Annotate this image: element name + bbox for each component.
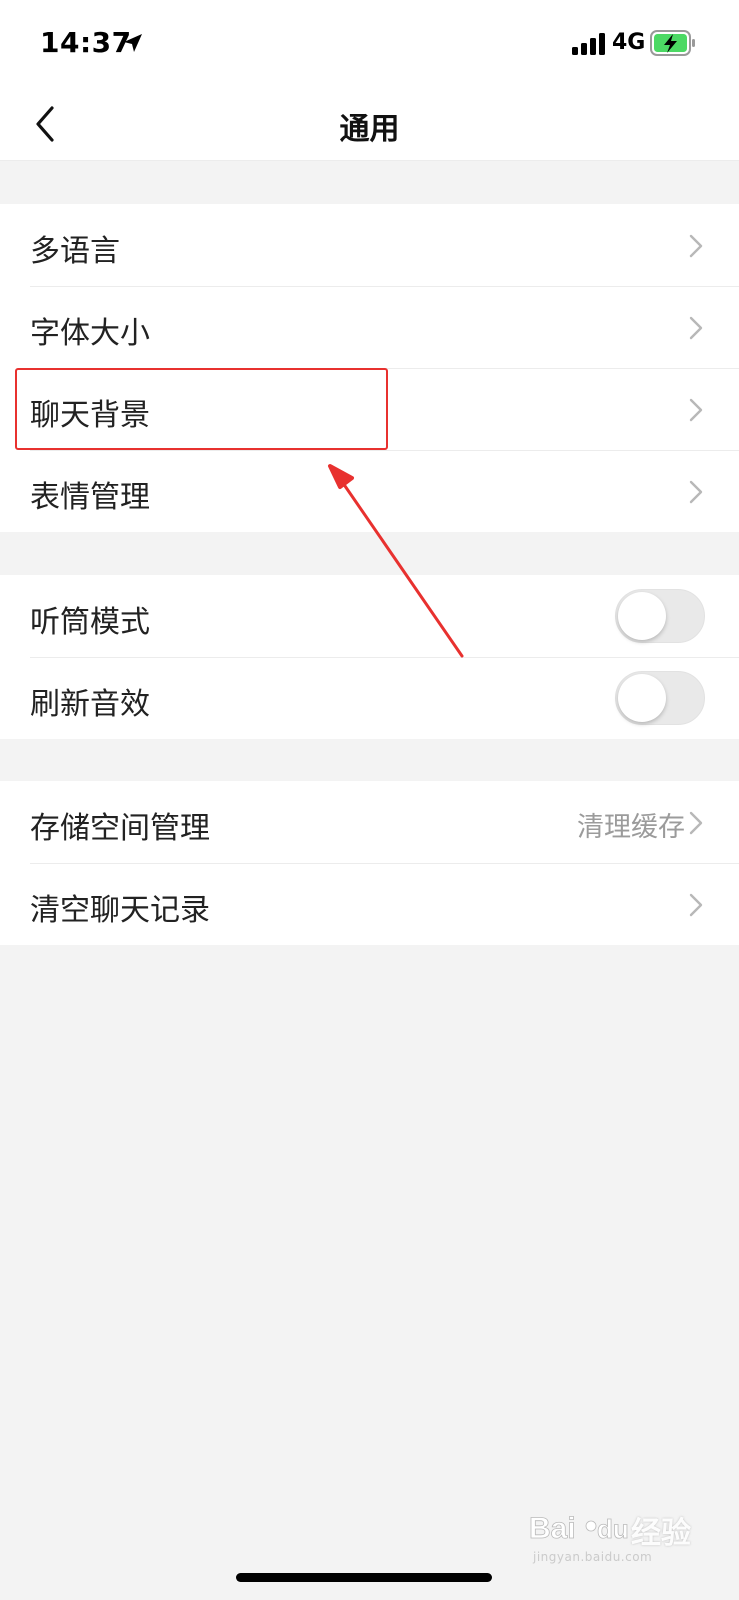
baidu-jingyan-watermark: Bai du 经验 jingyan.baidu.com	[529, 1500, 699, 1570]
settings-general-screen: 14:37 4G 通用 多语言 字体大小 聊天背景 表情管理 听筒模式 刷新音效…	[0, 0, 739, 1600]
page-title: 通用	[339, 112, 400, 147]
row-label: 表情管理	[30, 480, 150, 515]
chevron-right-icon	[689, 480, 703, 504]
row-clear-chat-history[interactable]: 清空聊天记录	[0, 863, 739, 945]
location-arrow-icon	[124, 34, 142, 52]
refresh-sound-toggle[interactable]	[615, 671, 705, 725]
settings-group-storage: 存储空间管理 清理缓存 清空聊天记录	[0, 781, 739, 945]
row-refresh-sound: 刷新音效	[0, 657, 739, 739]
watermark-url: jingyan.baidu.com	[533, 1550, 653, 1564]
toggle-knob	[618, 592, 666, 640]
row-earpiece-mode: 听筒模式	[0, 575, 739, 657]
chevron-right-icon	[689, 316, 703, 340]
row-label: 清空聊天记录	[30, 893, 210, 928]
chevron-right-icon	[689, 893, 703, 917]
baidu-logo-icon: Bai du	[529, 1512, 629, 1546]
row-label: 多语言	[30, 234, 120, 269]
chevron-right-icon	[689, 398, 703, 422]
row-multi-language[interactable]: 多语言	[0, 204, 739, 286]
battery-charging-icon	[650, 30, 695, 56]
chevron-right-icon	[689, 234, 703, 258]
watermark-brand-paw: du	[597, 1514, 629, 1544]
chevron-right-icon	[689, 811, 703, 835]
toggle-knob	[618, 674, 666, 722]
navigation-bar: 通用	[0, 90, 739, 161]
earpiece-mode-toggle[interactable]	[615, 589, 705, 643]
row-value: 清理缓存	[577, 812, 685, 843]
row-label: 听筒模式	[30, 605, 150, 640]
signal-bars-icon	[572, 33, 605, 55]
row-sticker-management[interactable]: 表情管理	[0, 450, 739, 532]
watermark-product: 经验	[631, 1516, 691, 1551]
status-bar: 14:37 4G	[0, 0, 739, 90]
row-label: 存储空间管理	[30, 811, 210, 846]
row-storage-management[interactable]: 存储空间管理 清理缓存	[0, 781, 739, 863]
home-indicator[interactable]	[236, 1573, 492, 1582]
watermark-brand: Bai	[529, 1512, 576, 1545]
status-time: 14:37	[40, 26, 132, 59]
settings-group-sound: 听筒模式 刷新音效	[0, 575, 739, 739]
row-label: 刷新音效	[30, 687, 150, 722]
network-type-label: 4G	[612, 30, 646, 55]
row-label: 字体大小	[30, 316, 150, 351]
row-font-size[interactable]: 字体大小	[0, 286, 739, 368]
annotation-highlight-box	[15, 368, 388, 450]
